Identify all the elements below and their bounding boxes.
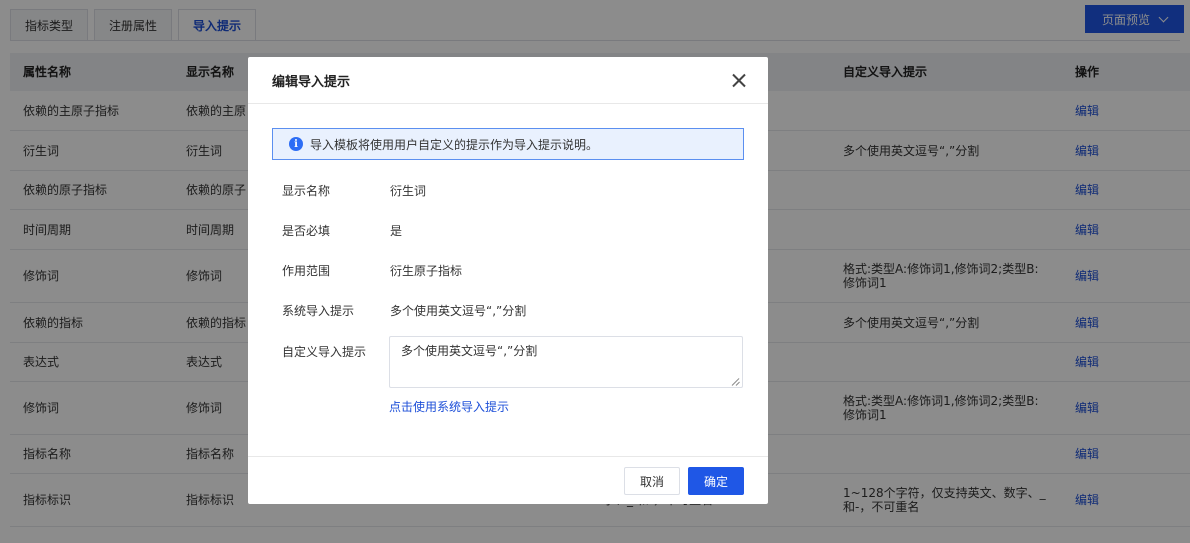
dialog-footer: 取消 确定 (248, 456, 768, 504)
field-label: 显示名称 (282, 184, 331, 198)
info-notice: i 导入模板将使用用户自定义的提示作为导入提示说明。 (272, 128, 744, 160)
dialog-title: 编辑导入提示 (272, 74, 351, 90)
dialog-header: 编辑导入提示 (248, 57, 768, 104)
field-system-hint: 系统导入提示 多个使用英文逗号“,”分割 (282, 302, 526, 319)
field-label: 系统导入提示 (282, 304, 355, 318)
field-value: 多个使用英文逗号“,”分割 (390, 304, 527, 318)
field-label: 自定义导入提示 (282, 345, 367, 359)
field-label: 作用范围 (282, 264, 331, 278)
info-icon: i (289, 137, 303, 151)
field-display-name: 显示名称 衍生词 (282, 182, 426, 199)
cancel-button[interactable]: 取消 (624, 467, 680, 495)
field-custom-hint: 自定义导入提示 (282, 343, 390, 360)
field-label: 是否必填 (282, 224, 331, 238)
field-required: 是否必填 是 (282, 222, 402, 239)
custom-hint-textarea[interactable]: 多个使用英文逗号“,”分割 (389, 336, 743, 388)
field-value: 衍生词 (390, 184, 427, 198)
field-value: 是 (390, 224, 403, 238)
close-icon[interactable] (732, 73, 746, 87)
field-value: 衍生原子指标 (390, 264, 463, 278)
edit-import-hint-dialog: 编辑导入提示 i 导入模板将使用用户自定义的提示作为导入提示说明。 显示名称 衍… (248, 57, 768, 504)
resize-handle-icon[interactable] (732, 377, 741, 386)
use-system-hint-link[interactable]: 点击使用系统导入提示 (389, 398, 509, 415)
notice-text: 导入模板将使用用户自定义的提示作为导入提示说明。 (310, 137, 599, 152)
confirm-button[interactable]: 确定 (688, 467, 744, 495)
field-scope: 作用范围 衍生原子指标 (282, 262, 462, 279)
